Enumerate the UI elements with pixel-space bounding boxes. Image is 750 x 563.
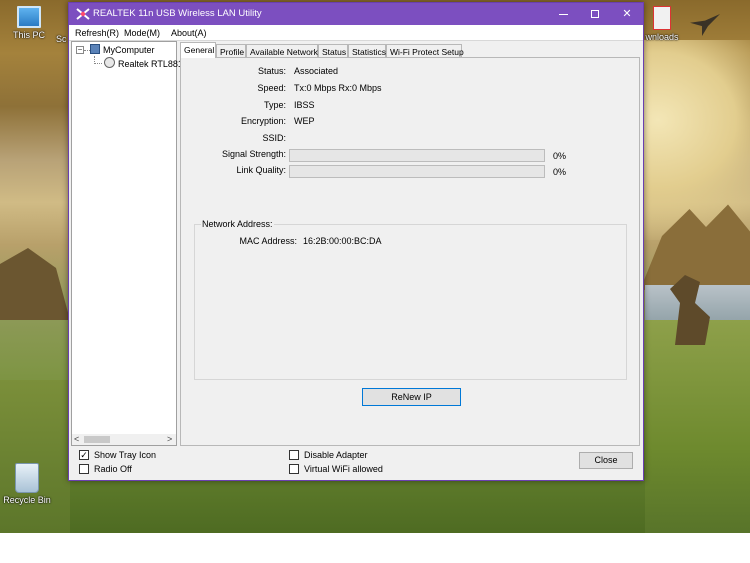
grass-field-left <box>0 380 70 533</box>
link-quality-row: Link Quality: 0% <box>186 165 636 179</box>
desktop-icon-recycle-bin[interactable]: Recycle Bin <box>2 463 52 505</box>
status-row: Status: Associated <box>186 66 636 80</box>
type-row: Type: IBSS <box>186 100 636 114</box>
signal-strength-percent: 0% <box>553 151 567 161</box>
collapse-toggle[interactable]: − <box>76 46 84 54</box>
type-value: IBSS <box>294 100 315 110</box>
renew-ip-button[interactable]: ReNew IP <box>362 388 461 406</box>
network-address-title: Network Address: <box>201 219 274 229</box>
desktop-icon-downloads[interactable]: wnloads <box>640 6 684 42</box>
minimize-icon <box>558 13 568 15</box>
scroll-thumb[interactable] <box>84 436 110 443</box>
encryption-row: Encryption: WEP <box>186 116 636 130</box>
tab-status[interactable]: Status <box>318 44 348 58</box>
checkbox-label: Virtual WiFi allowed <box>304 464 383 474</box>
status-label: Status: <box>257 66 286 76</box>
title-bar[interactable]: REALTEK 11n USB Wireless LAN Utility ✕ <box>69 3 643 25</box>
realtek-utility-window: REALTEK 11n USB Wireless LAN Utility ✕ R… <box>68 2 644 481</box>
link-quality-bar <box>289 165 545 178</box>
speed-value: Tx:0 Mbps Rx:0 Mbps <box>294 83 382 93</box>
scroll-left-arrow-icon[interactable]: < <box>74 434 79 444</box>
tab-general[interactable]: General <box>180 42 216 58</box>
signal-strength-label: Signal Strength: <box>221 149 286 159</box>
encryption-label: Encryption: <box>240 116 286 126</box>
device-tree: − MyComputer Realtek RTL881 < > <box>71 41 183 446</box>
checkbox-label: Disable Adapter <box>304 450 368 460</box>
ssid-row: SSID: <box>186 133 636 147</box>
checkbox-box[interactable]: ✓ <box>79 450 89 460</box>
checkbox-box[interactable] <box>79 464 89 474</box>
computer-icon <box>90 44 100 54</box>
menu-about[interactable]: About(A) <box>171 28 207 38</box>
link-quality-percent: 0% <box>553 167 567 177</box>
checkbox-box[interactable] <box>289 464 299 474</box>
minimize-button[interactable] <box>547 3 579 25</box>
maximize-icon <box>591 10 599 19</box>
link-quality-label: Link Quality: <box>236 165 286 175</box>
tree-node-mycomputer[interactable]: MyComputer <box>103 45 155 55</box>
menu-mode[interactable]: Mode(M) <box>124 28 160 38</box>
monitor-icon <box>17 6 41 28</box>
checkbox-label: Show Tray Icon <box>94 450 157 460</box>
bird-silhouette <box>690 14 720 36</box>
ssid-label: SSID: <box>262 133 286 143</box>
network-address-group: Network Address: MAC Address: 16:2B:00:0… <box>194 219 627 380</box>
tab-profile[interactable]: Profile <box>216 44 246 58</box>
type-label: Type: <box>263 100 286 110</box>
tab-available-network[interactable]: Available Network <box>246 44 318 58</box>
desktop-icon-label: wnloads <box>645 32 679 42</box>
encryption-value: WEP <box>294 116 315 126</box>
menu-refresh[interactable]: Refresh(R) <box>75 28 119 38</box>
menu-bar: Refresh(R) Mode(M) About(A) <box>69 25 643 41</box>
signal-row: Signal Strength: 0% <box>186 149 636 163</box>
maximize-button[interactable] <box>579 3 611 25</box>
horizontal-scrollbar[interactable]: < > <box>72 434 176 445</box>
speed-label: Speed: <box>257 83 286 93</box>
mac-address-value: 16:2B:00:00:BC:DA <box>303 236 382 246</box>
window-title: REALTEK 11n USB Wireless LAN Utility <box>93 8 262 19</box>
rock-formation-left <box>0 248 70 320</box>
document-icon <box>653 6 671 30</box>
status-value: Associated <box>294 66 339 76</box>
desktop-icon-this-pc[interactable]: This PC <box>4 6 54 40</box>
checkbox-label: Radio Off <box>94 464 132 474</box>
tree-connector <box>94 63 102 64</box>
mac-address-label: MAC Address: <box>239 236 297 246</box>
desktop-icon-label: This PC <box>12 30 45 40</box>
tab-wifi-protect-setup[interactable]: Wi-Fi Protect Setup <box>386 44 464 58</box>
close-window-button[interactable]: ✕ <box>611 3 643 25</box>
checkbox-box[interactable] <box>289 450 299 460</box>
general-tab-panel: Status: Associated Speed: Tx:0 Mbps Rx:0… <box>180 57 640 446</box>
signal-strength-bar <box>289 149 545 162</box>
speed-row: Speed: Tx:0 Mbps Rx:0 Mbps <box>186 83 636 97</box>
tab-statistics[interactable]: Statistics <box>348 44 386 58</box>
tree-node-adapter[interactable]: Realtek RTL881 <box>118 59 183 69</box>
close-button[interactable]: Close <box>579 452 633 469</box>
realtek-logo-icon <box>76 8 90 20</box>
wireless-adapter-icon <box>104 57 115 68</box>
scroll-right-arrow-icon[interactable]: > <box>167 434 172 444</box>
recycle-bin-icon <box>15 463 39 493</box>
grass-field <box>645 320 750 533</box>
close-icon: ✕ <box>622 8 632 20</box>
desktop-icon-label: Recycle Bin <box>3 495 51 505</box>
